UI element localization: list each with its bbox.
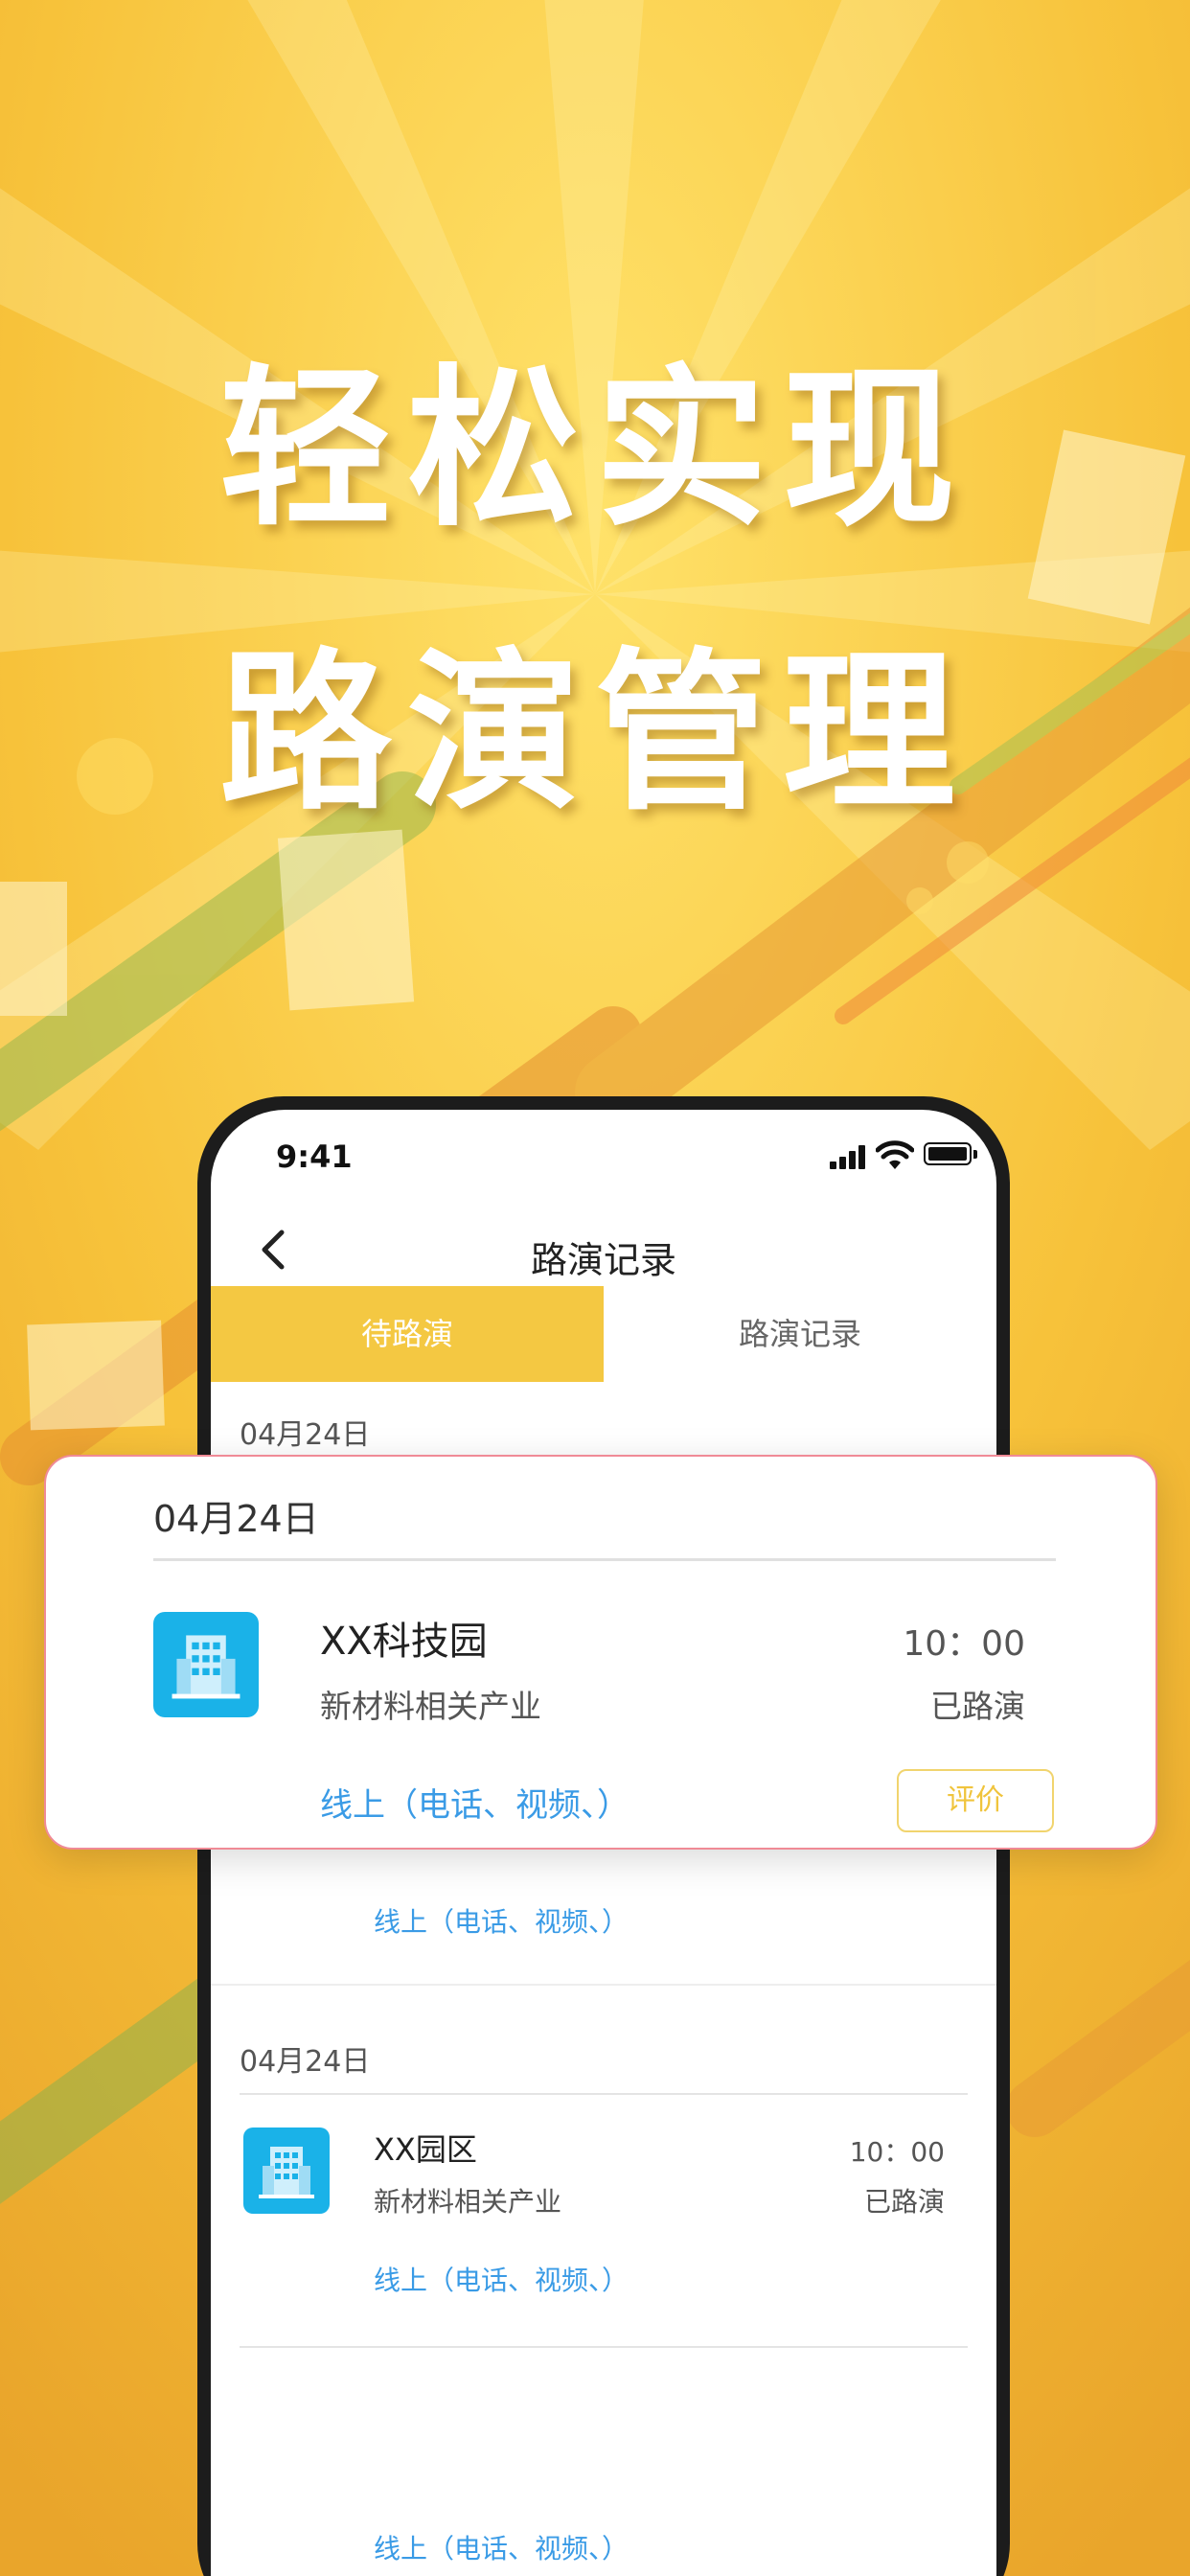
card-status: 已路演: [930, 1688, 1025, 1725]
building-icon: [153, 1612, 259, 1717]
card-time: 10：00: [903, 1624, 1025, 1664]
nav-bar: 路演记录: [211, 1202, 996, 1298]
divider: [240, 2093, 968, 2095]
battery-icon: [924, 1142, 972, 1165]
card-divider: [153, 1558, 1056, 1561]
record-mode-link[interactable]: 线上（电话、视频、）: [374, 2260, 629, 2298]
status-time: 9:41: [276, 1138, 353, 1175]
rate-button[interactable]: 评价: [897, 1769, 1054, 1832]
page-title: 路演记录: [530, 1239, 676, 1281]
divider: [240, 2346, 968, 2348]
card-title: XX科技园: [320, 1620, 488, 1664]
tab-bar: 待路演 路演记录: [211, 1286, 996, 1382]
record-mode-link[interactable]: 线上（电话、视频、）: [374, 1901, 629, 1940]
record-time: 10：00: [849, 2136, 945, 2168]
card-mode-link[interactable]: 线上（电话、视频、）: [320, 1779, 629, 1826]
status-bar: 9:41: [211, 1110, 996, 1196]
highlight-record-card[interactable]: 04月24日 XX科技园 新材料相关产业 10：00 已路演 线上（电话、视频、…: [44, 1455, 1157, 1850]
card-date: 04月24日: [153, 1498, 319, 1540]
record-subtitle: 新材料相关产业: [374, 2186, 562, 2218]
wifi-icon: [876, 1140, 914, 1169]
card-subtitle: 新材料相关产业: [320, 1688, 541, 1725]
headline-line1: 轻松实现: [218, 350, 971, 550]
record-title: XX园区: [374, 2131, 477, 2168]
record-date: 04月24日: [240, 1418, 371, 1452]
signal-icon: [830, 1144, 868, 1169]
headline-line2: 路演管理: [218, 633, 971, 834]
record-status: 已路演: [863, 2186, 945, 2218]
record-date: 04月24日: [240, 2045, 371, 2079]
tab-records[interactable]: 路演记录: [604, 1286, 996, 1382]
divider: [211, 1984, 996, 1986]
tab-pending[interactable]: 待路演: [211, 1286, 604, 1382]
record-mode-link[interactable]: 线上（电话、视频、）: [374, 2528, 629, 2566]
building-icon: [243, 2128, 330, 2214]
